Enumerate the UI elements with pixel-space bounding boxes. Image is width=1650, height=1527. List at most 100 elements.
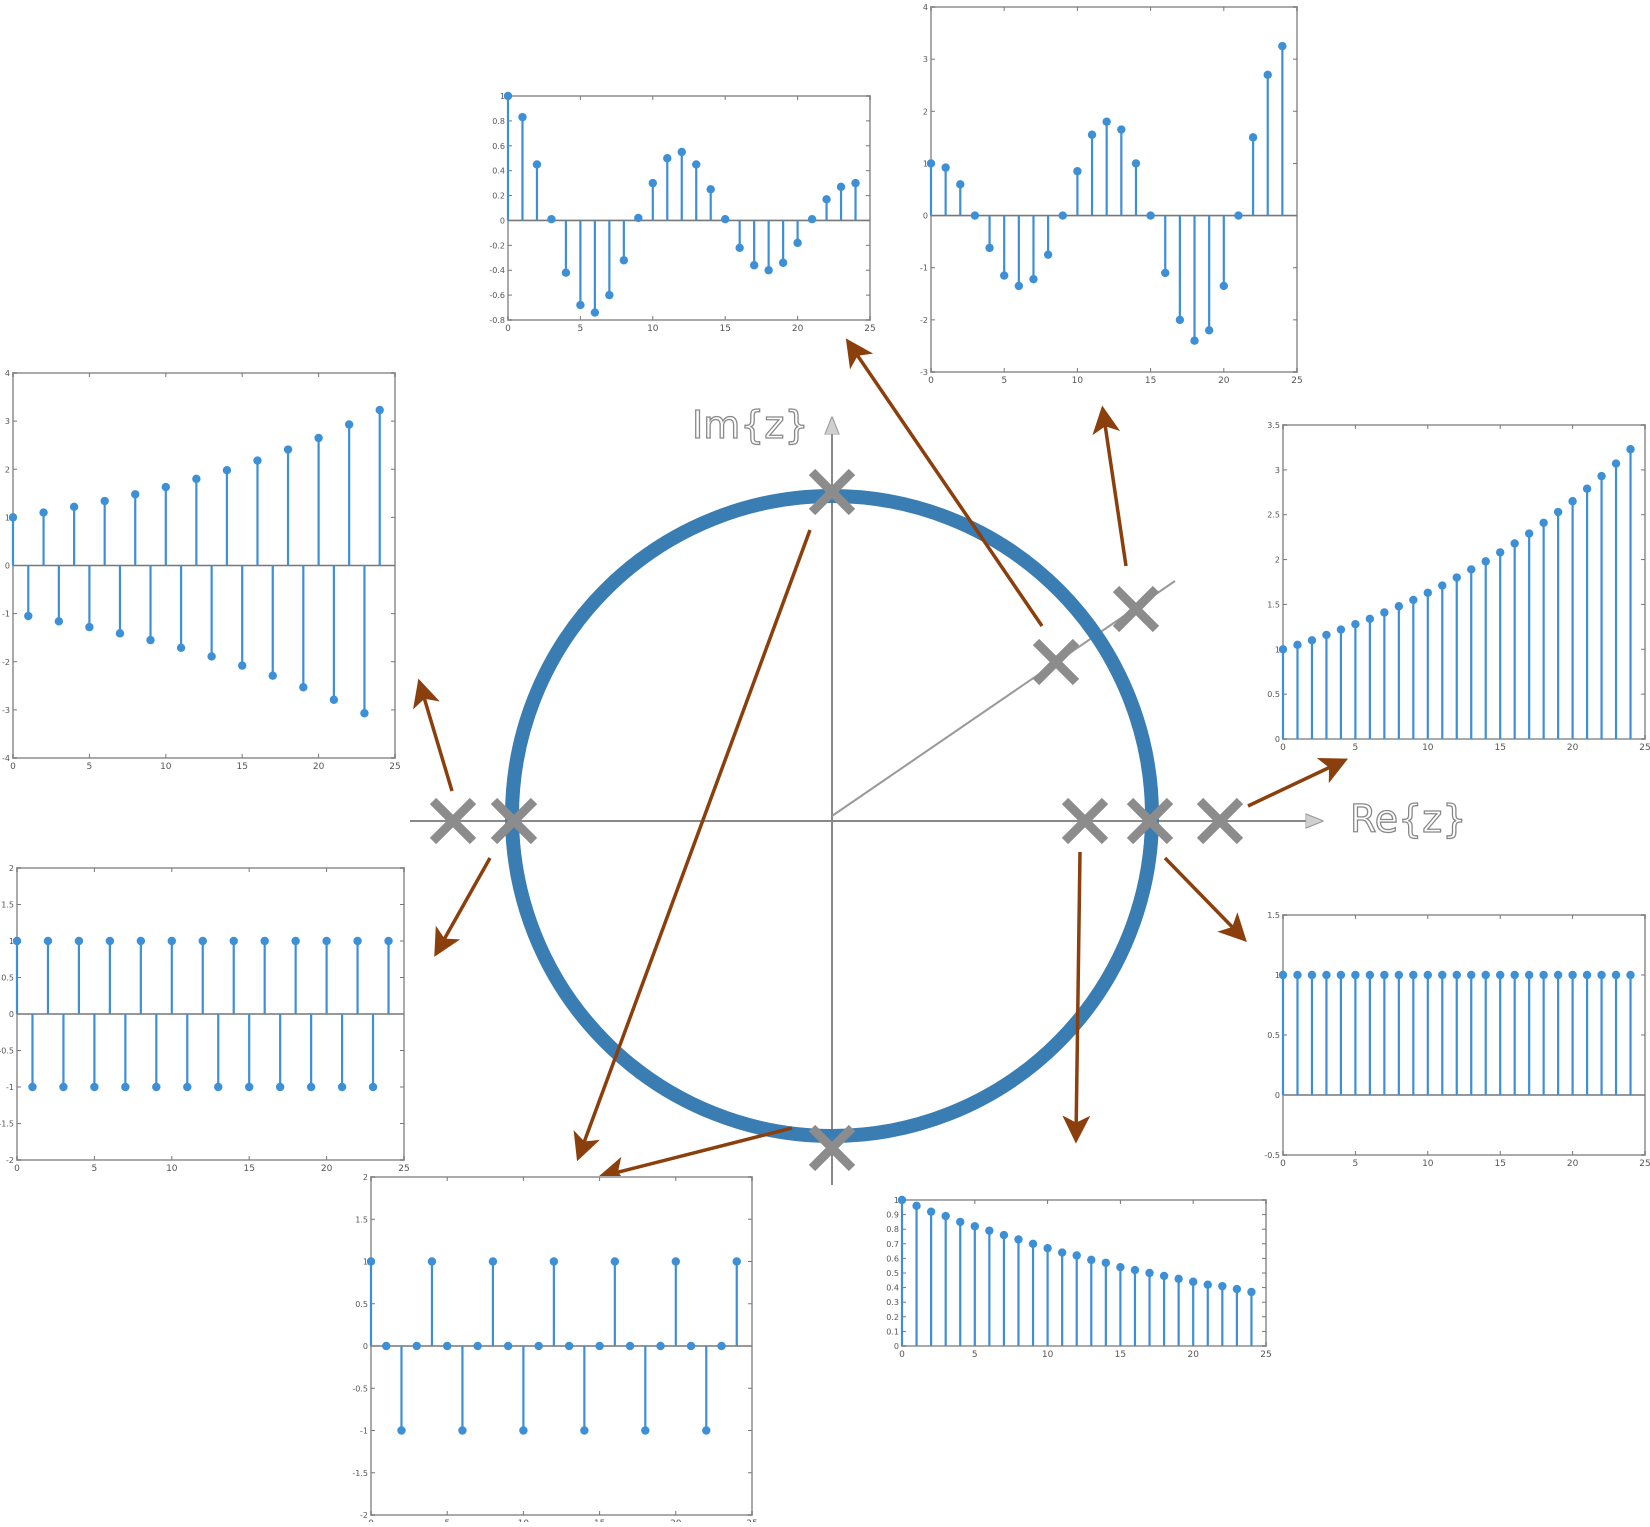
stem-marker [793, 238, 802, 248]
x-tick-label: 0 [505, 324, 511, 334]
y-tick-label: -0.8 [489, 316, 505, 325]
stem-marker [1278, 41, 1287, 51]
y-tick-label: -1 [2, 610, 10, 619]
stem-marker [384, 936, 393, 946]
stem-marker [1496, 548, 1505, 557]
stem-marker [353, 936, 362, 946]
stem-marker [1161, 268, 1170, 278]
diagram-canvas: Re{z} Im{z} 0 5 10 15 20 2510.80.60.40.20-0.2… [0, 3, 1650, 1527]
stem-marker [1409, 970, 1418, 980]
y-tick-label: 0.5 [1, 974, 14, 983]
stem-marker [663, 154, 672, 163]
stem-marker [1087, 130, 1097, 139]
stem-marker [198, 936, 207, 946]
stem-marker [12, 936, 22, 946]
arrow-1 [1092, 405, 1128, 567]
y-tick-label: 1.5 [1, 901, 14, 910]
stem-marker [970, 211, 980, 220]
y-tick-label: 0.5 [1267, 690, 1280, 699]
x-tick-label: 10 [1422, 743, 1434, 753]
stem-marker [692, 160, 701, 169]
arrow-layer [413, 338, 1349, 1185]
stem-marker [735, 243, 744, 253]
stem-marker [1336, 625, 1346, 634]
y-tick-label: 0.5 [355, 1300, 368, 1309]
stem-marker [1028, 1239, 1038, 1249]
real-axis-label: Re{z} [1350, 797, 1466, 841]
stem-marker [926, 159, 936, 168]
y-tick-label: -2 [6, 1156, 14, 1165]
x-tick-label: 25 [1260, 1350, 1271, 1360]
stem-marker [412, 1341, 421, 1351]
y-tick-label: 0.6 [492, 142, 505, 151]
stem-marker [1029, 274, 1038, 284]
stem-marker [1582, 484, 1592, 493]
stem-marker [146, 635, 155, 645]
stem-marker [926, 1207, 936, 1216]
stem-marker [1043, 1243, 1052, 1253]
stem-marker [985, 243, 994, 253]
y-tick-label: 0.4 [886, 1284, 899, 1293]
stem-marker [100, 496, 109, 506]
x-tick-label: 20 [1567, 743, 1579, 753]
stem-marker [245, 1082, 254, 1092]
x-tick-label: 0 [14, 1164, 20, 1174]
arrow-3 [1163, 856, 1247, 943]
y-tick-label: 1.5 [1267, 911, 1280, 920]
stem-marker [656, 1341, 665, 1351]
stem-marker [397, 1426, 406, 1435]
stem-marker [69, 502, 79, 511]
stem-marker [222, 466, 232, 475]
arrow-0 [845, 338, 1044, 627]
stem-marker [136, 936, 146, 946]
stem-marker [1496, 970, 1505, 980]
stem-marker [625, 1341, 635, 1351]
stem-marker [534, 1341, 543, 1351]
stem-marker [443, 1341, 452, 1351]
x-tick-label: 25 [1291, 376, 1302, 386]
stem-marker [214, 1082, 223, 1092]
x-tick-label: 5 [1353, 743, 1359, 753]
y-tick-label: 0.8 [886, 1225, 899, 1234]
stem-marker [1234, 211, 1243, 220]
y-tick-label: 3 [923, 55, 928, 64]
stem-marker [1365, 614, 1375, 623]
x-tick-label: 25 [1639, 1159, 1650, 1169]
stem-marker [561, 268, 571, 277]
stem-marker [851, 178, 860, 188]
x-tick-label: 10 [1042, 1350, 1054, 1360]
y-tick-label: 2 [363, 1173, 368, 1182]
y-tick-label: -2 [360, 1511, 368, 1520]
stem-marker [590, 308, 600, 317]
x-tick-label: 25 [1639, 743, 1650, 753]
stem-marker [1247, 1287, 1256, 1297]
stem-marker [1117, 125, 1126, 134]
stem-marker [1307, 636, 1317, 645]
x-tick-label: 20 [1218, 376, 1230, 386]
stem-marker [1553, 970, 1563, 980]
stem-marker [90, 1082, 99, 1092]
y-tick-label: -1 [360, 1427, 368, 1436]
x-tick-label: 10 [1422, 1159, 1434, 1169]
stem-marker [1524, 970, 1534, 980]
x-tick-label: 10 [647, 324, 659, 334]
stem-marker [54, 617, 64, 626]
stem-marker [131, 490, 140, 499]
y-tick-label: -0.5 [352, 1384, 368, 1393]
imaginary-axis-label: Im{z} [692, 403, 809, 447]
x-tick-label: 0 [10, 762, 16, 772]
x-tick-label: 5 [578, 324, 584, 334]
stem-marker [1351, 970, 1360, 980]
stem-marker [322, 936, 331, 946]
stem-marker [1102, 117, 1111, 126]
stem-marker [532, 160, 542, 169]
stem-marker [549, 1257, 559, 1266]
stem-marker [268, 671, 277, 680]
x-tick-label: 0 [928, 376, 934, 386]
stem-marker [1438, 581, 1447, 590]
x-tick-label: 20 [1567, 1159, 1579, 1169]
arrow-8 [413, 678, 454, 792]
x-tick-label: 15 [719, 324, 730, 334]
y-tick-label: 2 [923, 107, 928, 116]
y-tick-label: 0.9 [886, 1211, 899, 1220]
